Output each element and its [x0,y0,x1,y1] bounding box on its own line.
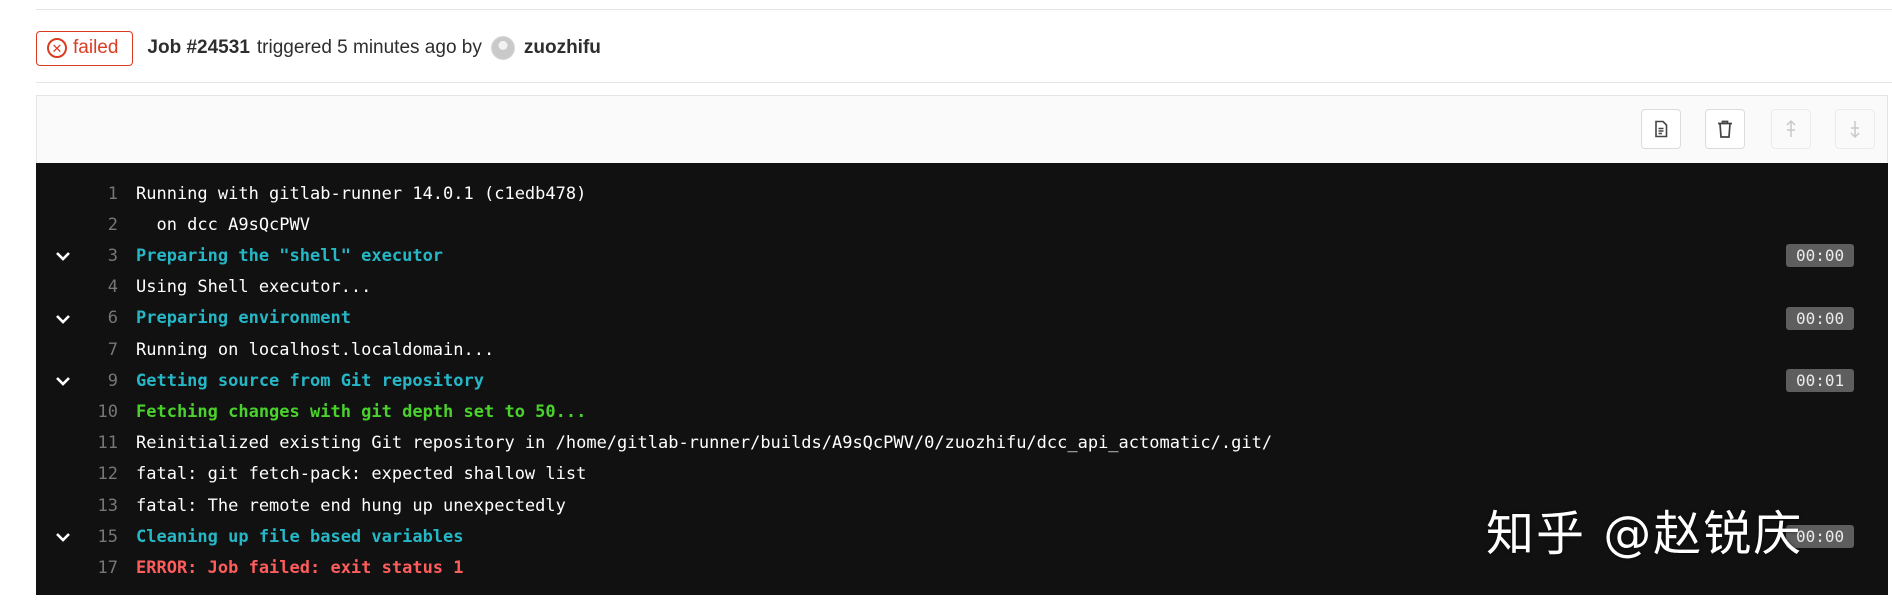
log-line: 1 Running with gitlab-runner 14.0.1 (c1ed… [36,178,1888,209]
status-label: failed [73,37,119,58]
top-divider [36,9,1892,10]
line-number[interactable]: 10 [78,402,118,422]
log-section-header[interactable]: 3 Preparing the "shell" executor 00:00 [36,240,1888,271]
log-text: Cleaning up file based variables [136,526,464,547]
line-number[interactable]: 9 [78,371,118,391]
log-text: Using Shell executor... [136,277,372,298]
log-line: 7 Running on localhost.localdomain... [36,334,1888,365]
line-number[interactable]: 6 [78,308,118,328]
line-number[interactable]: 17 [78,558,118,578]
scroll-down-icon [1850,121,1860,139]
triggered-text: triggered 5 minutes ago by [256,37,482,58]
chevron-down-icon[interactable] [54,372,72,390]
chevron-down-icon[interactable] [54,247,72,265]
scroll-bottom-button[interactable] [1835,109,1875,149]
avatar[interactable] [490,36,515,60]
trash-icon [1718,120,1732,138]
log-text: Preparing the "shell" executor [136,245,444,266]
chevron-down-icon[interactable] [54,528,72,546]
log-text: fatal: git fetch-pack: expected shallow … [136,464,587,485]
line-number[interactable]: 4 [78,277,118,297]
scroll-top-button[interactable] [1771,109,1811,149]
log-line: 2 on dcc A9sQcPWV [36,209,1888,240]
log-line: 12 fatal: git fetch-pack: expected shallo… [36,459,1888,490]
watermark: 知乎 @赵锐庆 [1486,506,1804,562]
username-link[interactable]: zuozhifu [524,37,601,59]
log-line: 10 Fetching changes with git depth set to… [36,396,1888,427]
line-number[interactable]: 12 [78,464,118,484]
chevron-down-icon[interactable] [54,310,72,328]
job-header: ✕ failed Job #24531 triggered 5 minutes … [36,30,601,66]
log-text: Running on localhost.localdomain... [136,339,495,360]
scroll-up-icon [1786,119,1796,137]
log-text: Fetching changes with git depth set to 5… [136,401,587,422]
section-duration-badge: 00:00 [1786,306,1855,330]
line-number[interactable]: 15 [78,527,118,547]
document-icon [1655,120,1668,138]
job-info: Job #24531 triggered 5 minutes ago by zu… [147,36,601,60]
line-number[interactable]: 1 [78,184,118,204]
log-text: Preparing environment [136,308,351,329]
line-number[interactable]: 13 [78,496,118,516]
log-text: on dcc A9sQcPWV [136,214,310,235]
log-line: 11 Reinitialized existing Git repository … [36,428,1888,459]
section-duration-badge: 00:01 [1786,369,1855,393]
log-line: 4 Using Shell executor... [36,272,1888,303]
log-section-header[interactable]: 9 Getting source from Git repository 00:01 [36,365,1888,396]
log-text: Running with gitlab-runner 14.0.1 (c1edb… [136,183,587,204]
job-id: Job #24531 [147,37,250,58]
log-toolbar [36,95,1888,163]
erase-button[interactable] [1705,109,1745,149]
log-text: Getting source from Git repository [136,370,484,391]
line-number[interactable]: 7 [78,340,118,360]
log-text: fatal: The remote end hung up unexpected… [136,495,566,516]
log-section-header[interactable]: 6 Preparing environment 00:00 [36,303,1888,334]
section-duration-badge: 00:00 [1786,244,1855,268]
header-divider [36,82,1892,83]
status-badge[interactable]: ✕ failed [36,30,134,66]
line-number[interactable]: 2 [78,215,118,235]
line-number[interactable]: 3 [78,246,118,266]
x-circle-icon: ✕ [47,38,67,58]
log-text: ERROR: Job failed: exit status 1 [136,557,464,578]
log-text: Reinitialized existing Git repository in… [136,433,1273,454]
show-raw-button[interactable] [1641,109,1681,149]
line-number[interactable]: 11 [78,433,118,453]
